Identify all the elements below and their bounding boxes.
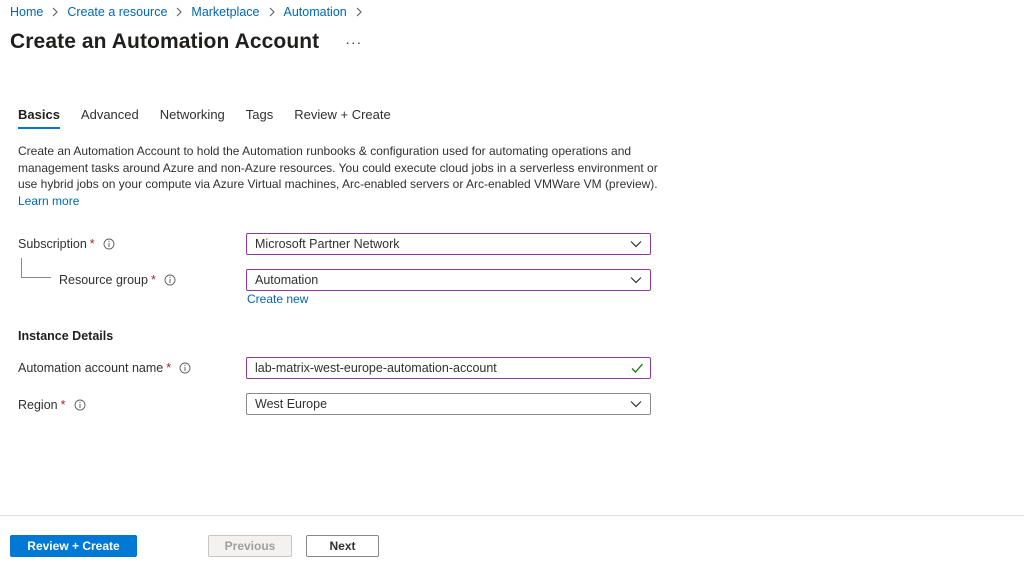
page-title: Create an Automation Account bbox=[10, 30, 320, 53]
tab-bar: Basics Advanced Networking Tags Review +… bbox=[18, 107, 412, 129]
subscription-label-row: Subscription * bbox=[18, 237, 115, 251]
chevron-down-icon bbox=[630, 399, 642, 409]
learn-more-link[interactable]: Learn more bbox=[18, 193, 79, 210]
page-header: Create an Automation Account ··· bbox=[10, 30, 366, 54]
chevron-right-icon bbox=[354, 6, 364, 18]
chevron-right-icon bbox=[50, 6, 60, 18]
chevron-down-icon bbox=[630, 239, 642, 249]
info-icon[interactable] bbox=[164, 274, 176, 286]
info-icon[interactable] bbox=[179, 362, 191, 374]
intro-description: Create an Automation Account to hold the… bbox=[18, 143, 658, 209]
review-create-button[interactable]: Review + Create bbox=[10, 535, 137, 557]
chevron-right-icon bbox=[267, 6, 277, 18]
breadcrumb-marketplace[interactable]: Marketplace bbox=[191, 5, 259, 19]
instance-details-heading: Instance Details bbox=[18, 329, 114, 343]
intro-text: Create an Automation Account to hold the… bbox=[18, 144, 658, 191]
tab-advanced[interactable]: Advanced bbox=[81, 107, 139, 128]
breadcrumb-home[interactable]: Home bbox=[10, 5, 43, 19]
checkmark-icon bbox=[630, 362, 644, 374]
required-marker: * bbox=[89, 237, 95, 251]
account-name-input[interactable] bbox=[255, 361, 625, 375]
more-options-button[interactable]: ··· bbox=[341, 34, 366, 50]
account-name-label-row: Automation account name * bbox=[18, 361, 191, 375]
subscription-dropdown[interactable]: Microsoft Partner Network bbox=[246, 233, 651, 255]
info-icon[interactable] bbox=[103, 238, 115, 250]
info-icon[interactable] bbox=[74, 399, 86, 411]
tab-basics[interactable]: Basics bbox=[18, 107, 60, 129]
footer-bar: Review + Create Previous Next bbox=[0, 515, 1024, 565]
account-name-label: Automation account name bbox=[18, 361, 164, 375]
subscription-label: Subscription bbox=[18, 237, 87, 251]
breadcrumb-create-a-resource[interactable]: Create a resource bbox=[67, 5, 167, 19]
resource-group-value: Automation bbox=[255, 273, 319, 287]
next-button[interactable]: Next bbox=[306, 535, 379, 557]
breadcrumb-automation[interactable]: Automation bbox=[284, 5, 347, 19]
tab-tags[interactable]: Tags bbox=[246, 107, 273, 128]
chevron-down-icon bbox=[630, 275, 642, 285]
required-marker: * bbox=[166, 361, 172, 375]
subscription-value: Microsoft Partner Network bbox=[255, 237, 400, 251]
required-marker: * bbox=[60, 398, 66, 412]
region-label: Region bbox=[18, 398, 58, 412]
region-dropdown[interactable]: West Europe bbox=[246, 393, 651, 415]
account-name-field[interactable] bbox=[246, 357, 651, 379]
create-new-resource-group-link[interactable]: Create new bbox=[247, 292, 308, 306]
resource-group-dropdown[interactable]: Automation bbox=[246, 269, 651, 291]
resource-group-label-row: Resource group * bbox=[59, 273, 176, 287]
region-label-row: Region * bbox=[18, 398, 86, 412]
breadcrumb: Home Create a resource Marketplace Autom… bbox=[10, 4, 371, 20]
region-value: West Europe bbox=[255, 397, 328, 411]
tab-review-create[interactable]: Review + Create bbox=[294, 107, 390, 128]
resource-group-label: Resource group bbox=[59, 273, 148, 287]
tab-networking[interactable]: Networking bbox=[160, 107, 225, 128]
tree-connector bbox=[21, 258, 51, 278]
chevron-right-icon bbox=[174, 6, 184, 18]
previous-button[interactable]: Previous bbox=[208, 535, 292, 557]
required-marker: * bbox=[150, 273, 156, 287]
